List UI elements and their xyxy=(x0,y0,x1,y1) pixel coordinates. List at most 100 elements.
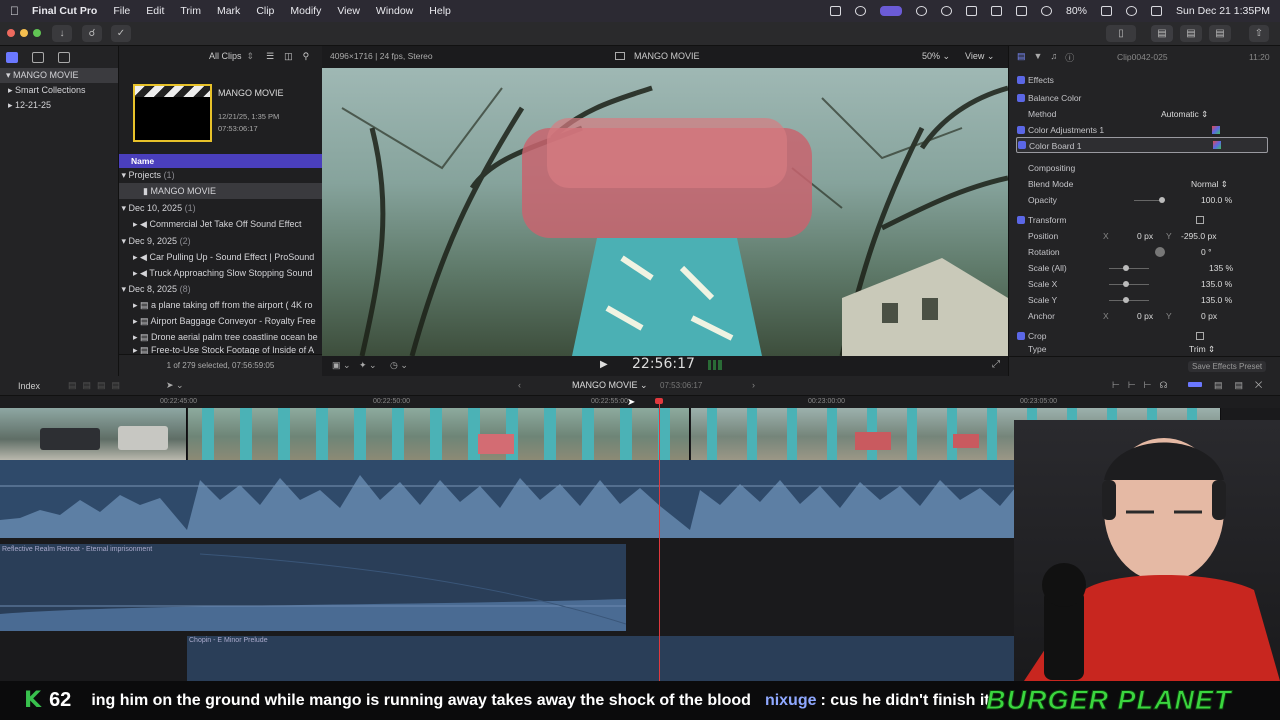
menu-clip[interactable]: Clip xyxy=(256,5,274,17)
position-x-value[interactable]: 0 px xyxy=(1137,228,1153,244)
crop-section[interactable]: Crop xyxy=(1009,328,1280,344)
balance-color-row[interactable]: Balance Color xyxy=(1009,90,1280,106)
playhead[interactable] xyxy=(659,398,660,681)
photos-audio-tab-icon[interactable] xyxy=(32,51,44,63)
view-menu[interactable]: View ⌄ xyxy=(965,51,994,62)
save-effects-preset-button[interactable]: Save Effects Preset xyxy=(1188,361,1267,372)
video-clip[interactable] xyxy=(188,408,690,460)
menu-modify[interactable]: Modify xyxy=(290,5,321,17)
search-icon[interactable] xyxy=(1126,6,1138,16)
rotation-value[interactable]: 0 ° xyxy=(1201,244,1212,260)
effects-checkbox[interactable] xyxy=(1017,76,1025,84)
keyword-icon[interactable]: ☌ xyxy=(82,25,102,42)
bluetooth-icon[interactable] xyxy=(1016,6,1027,16)
crop-checkbox[interactable] xyxy=(1017,332,1025,340)
scale-y-value[interactable]: 135.0 % xyxy=(1201,292,1232,308)
battery-icon[interactable] xyxy=(1101,6,1113,16)
scale-all-slider[interactable] xyxy=(1109,268,1149,269)
opacity-value[interactable]: 100.0 % xyxy=(1201,192,1232,208)
method-popup[interactable]: Automatic ⇕ xyxy=(1161,106,1208,122)
library-item[interactable]: ▾ MANGO MOVIE xyxy=(0,68,118,83)
sync-icon[interactable] xyxy=(855,6,866,16)
color-wheel-icon[interactable] xyxy=(1212,126,1220,134)
control-center-icon[interactable] xyxy=(1151,6,1163,16)
scale-all-thumb[interactable] xyxy=(1123,265,1129,271)
viewer-timecode[interactable]: 22:56:17 xyxy=(632,356,695,372)
menu-trim[interactable]: Trim xyxy=(180,5,201,17)
audio-clip[interactable]: Reflective Realm Retreat - Eternal impri… xyxy=(0,544,626,631)
menu-help[interactable]: Help xyxy=(429,5,451,17)
color-board-checkbox[interactable] xyxy=(1018,141,1026,149)
info-inspector-icon[interactable]: ⓘ xyxy=(1065,51,1074,64)
timeline-tools[interactable]: ⊢⊢⊢☊ xyxy=(1112,380,1176,391)
record-dot-icon[interactable] xyxy=(916,6,927,16)
list-item[interactable]: ▸ ◀ Car Pulling Up - Sound Effect | ProS… xyxy=(119,249,322,265)
clock[interactable]: Sun Dec 21 1:35PM xyxy=(1176,5,1270,17)
share-layout-icon[interactable]: ▯ xyxy=(1106,25,1136,42)
stream-icon[interactable] xyxy=(830,6,841,16)
effects-section[interactable]: Effects xyxy=(1009,72,1280,88)
volume-icon[interactable] xyxy=(966,6,977,16)
list-item[interactable]: ▮ MANGO MOVIE xyxy=(119,183,322,199)
scale-y-slider[interactable] xyxy=(1109,300,1149,301)
minimize-window-icon[interactable] xyxy=(20,29,28,37)
video-clip[interactable] xyxy=(0,408,187,460)
list-view-icon[interactable]: ☰ xyxy=(266,51,274,62)
timeline-toggle-icon[interactable]: ▤ xyxy=(1180,25,1202,42)
rotation-dial[interactable] xyxy=(1155,247,1165,257)
list-item[interactable]: ▸ ◀ Commercial Jet Take Off Sound Effect xyxy=(119,216,322,232)
project-thumbnail[interactable] xyxy=(133,84,212,142)
transform-onscreen-icon[interactable] xyxy=(1196,216,1204,224)
clip-appearance-icon[interactable] xyxy=(1188,382,1202,387)
anchor-x-value[interactable]: 0 px xyxy=(1137,308,1153,324)
library-item[interactable]: ▸ 12-21-25 xyxy=(0,98,118,113)
scale-all-value[interactable]: 135 % xyxy=(1209,260,1233,276)
position-y-value[interactable]: -295.0 px xyxy=(1181,228,1216,244)
browser-toggle-icon[interactable]: ▤ xyxy=(1151,25,1173,42)
list-item[interactable]: ▸ ◀ Truck Approaching Slow Stopping Soun… xyxy=(119,265,322,281)
video-inspector-icon[interactable]: ▤ xyxy=(1017,51,1026,64)
transform-tools-icon[interactable]: ▣ ⌄ xyxy=(332,360,351,371)
fullscreen-icon[interactable]: ⤢ xyxy=(992,359,1000,370)
clip-filter[interactable]: All Clips xyxy=(209,51,242,61)
transform-checkbox[interactable] xyxy=(1017,216,1025,224)
library-item[interactable]: ▸ Smart Collections xyxy=(0,83,118,98)
list-item[interactable]: ▸ ▤ a plane taking off from the airport … xyxy=(119,297,322,313)
display-icon[interactable] xyxy=(991,6,1002,16)
color-inspector-icon[interactable]: ▼ xyxy=(1034,51,1043,64)
group-row[interactable]: ▾ Dec 10, 2025 (1) xyxy=(119,200,322,216)
menu-view[interactable]: View xyxy=(337,5,360,17)
import-icon[interactable]: ↓ xyxy=(52,25,72,42)
scale-x-slider[interactable] xyxy=(1109,284,1149,285)
wifi-icon[interactable] xyxy=(1041,6,1052,16)
scale-x-thumb[interactable] xyxy=(1123,281,1129,287)
menu-window[interactable]: Window xyxy=(376,5,413,17)
enhance-icon[interactable]: ✦ ⌄ xyxy=(359,360,377,371)
crop-onscreen-icon[interactable] xyxy=(1196,332,1204,340)
inspector-toggle-icon[interactable]: ▤ xyxy=(1209,25,1231,42)
play-button[interactable]: ▶ xyxy=(600,359,608,370)
menu-mark[interactable]: Mark xyxy=(217,5,240,17)
group-row[interactable]: ▾ Dec 9, 2025 (2) xyxy=(119,233,322,249)
menu-app-name[interactable]: Final Cut Pro xyxy=(32,5,97,17)
titles-generators-tab-icon[interactable] xyxy=(58,51,70,63)
crop-type-popup[interactable]: Trim ⇕ xyxy=(1189,343,1215,355)
blend-mode-popup[interactable]: Normal ⇕ xyxy=(1191,176,1228,192)
select-tool-icon[interactable]: ➤ ⌄ xyxy=(166,380,184,391)
background-tasks-icon[interactable]: ✓ xyxy=(111,25,131,42)
back-arrow-icon[interactable]: ‹ xyxy=(518,380,521,390)
speed-icon[interactable]: ◷ ⌄ xyxy=(390,360,408,371)
zoom-menu[interactable]: 50% ⌄ xyxy=(922,51,950,62)
color-board-icon[interactable] xyxy=(1213,141,1221,149)
anchor-y-value[interactable]: 0 px xyxy=(1201,308,1217,324)
list-item[interactable]: ▸ ▤ Free-to-Use Stock Footage of Inside … xyxy=(119,345,322,354)
video-frame[interactable] xyxy=(322,68,1008,356)
zoom-window-icon[interactable] xyxy=(33,29,41,37)
transform-section[interactable]: Transform xyxy=(1009,212,1280,228)
timeline-project-name[interactable]: MANGO MOVIE ⌄ xyxy=(572,380,648,391)
share-icon[interactable]: ⇧ xyxy=(1249,25,1269,42)
name-column-header[interactable]: Name xyxy=(119,154,322,168)
color-adjustments-checkbox[interactable] xyxy=(1017,126,1025,134)
menu-edit[interactable]: Edit xyxy=(146,5,164,17)
edit-buttons[interactable]: ▤▤▤▤ xyxy=(68,380,126,391)
